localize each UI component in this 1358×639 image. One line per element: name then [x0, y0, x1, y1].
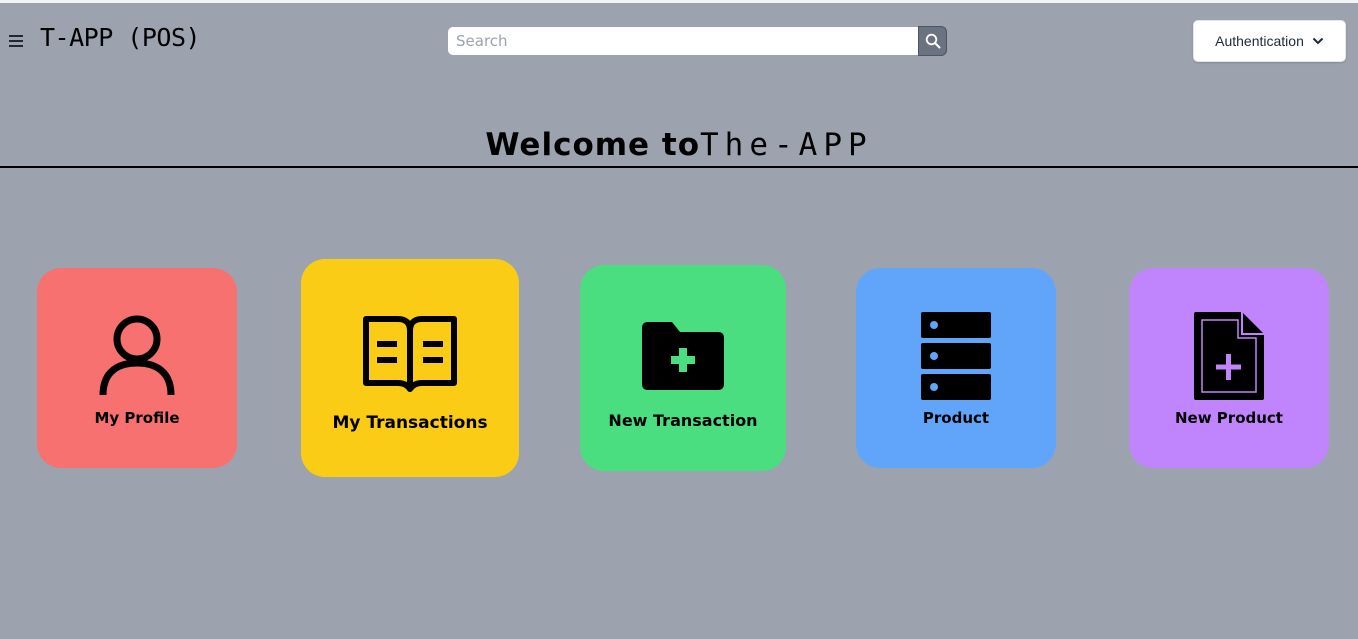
- app-title: T-APP (POS): [40, 23, 201, 52]
- folder-plus-icon: [642, 322, 724, 390]
- card-label: New Product: [1175, 409, 1283, 427]
- header-divider: [0, 166, 1358, 168]
- welcome-text: Welcome to: [485, 127, 700, 163]
- chevron-down-icon: [1312, 37, 1324, 45]
- welcome-heading: Welcome toThe-APP: [0, 127, 1358, 163]
- card-new-transaction[interactable]: New Transaction: [580, 265, 786, 471]
- card-label: My Profile: [94, 409, 180, 427]
- welcome-app-name: The-APP: [700, 127, 873, 163]
- search-bar: [447, 26, 947, 56]
- authentication-label: Authentication: [1215, 33, 1304, 49]
- search-button[interactable]: [918, 26, 947, 56]
- user-icon: [99, 315, 175, 396]
- server-icon: [921, 312, 991, 400]
- search-input[interactable]: [447, 26, 918, 56]
- book-open-icon: [363, 316, 457, 392]
- authentication-dropdown-button[interactable]: Authentication: [1193, 20, 1346, 62]
- page: T-APP (POS) Authentication Welcome toThe…: [0, 0, 1358, 639]
- card-my-transactions[interactable]: My Transactions: [301, 259, 519, 477]
- card-label: My Transactions: [332, 413, 488, 433]
- card-product[interactable]: Product: [856, 268, 1056, 468]
- card-label: New Transaction: [608, 411, 758, 430]
- file-plus-icon: [1194, 312, 1264, 400]
- hamburger-menu-icon[interactable]: [9, 35, 23, 47]
- card-new-product[interactable]: New Product: [1129, 268, 1329, 468]
- search-icon: [925, 33, 940, 49]
- card-label: Product: [922, 409, 990, 427]
- card-my-profile[interactable]: My Profile: [37, 268, 237, 468]
